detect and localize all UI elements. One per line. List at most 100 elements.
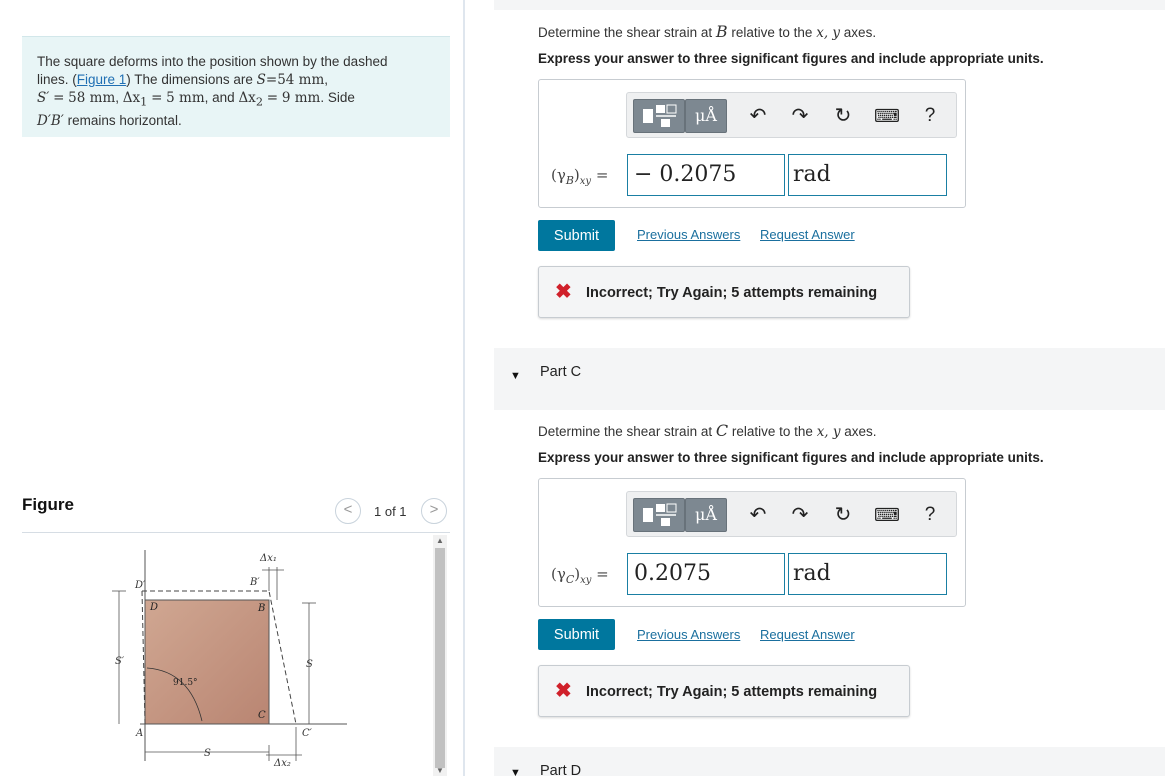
reset-icon[interactable]: ↻ [830,103,856,129]
label-s-bottom: S [204,748,211,759]
figure-viewport: Δx₁ D′ B′ D B C C′ A S′ S S Δx₂ 91.5° [22,533,432,776]
chevron-right-icon: > [429,501,439,518]
request-answer-link[interactable]: Request Answer [760,627,855,642]
part-b-instruction: Express your answer to three significant… [538,51,1044,66]
label-a: A [135,728,143,739]
math-symbol: = [266,90,279,106]
feedback-banner: ✖ Incorrect; Try Again; 5 attempts remai… [538,665,910,717]
math-symbol: x, y [816,25,841,41]
label-s-side: S [306,659,313,670]
part-c-answer-box: μÅ ↶ ↷ ↻ ⌨ ? (γC)xy = 0.2075 rad [538,478,966,607]
label-c-prime: C′ [302,728,313,739]
question-text: Determine the shear strain at [538,424,713,439]
undo-icon[interactable]: ↶ [745,502,771,528]
math-symbol: S′ [37,90,50,106]
math-value: 5 mm [166,90,205,106]
feedback-text: Incorrect; Try Again; 5 attempts remaini… [586,684,878,700]
error-x-icon: ✖ [555,281,572,303]
undo-icon[interactable]: ↶ [745,103,771,129]
problem-text: . Side [320,90,355,105]
answer-value-input[interactable]: 0.2075 [627,553,785,595]
template-icon [643,104,677,127]
request-answer-link[interactable]: Request Answer [760,227,855,242]
part-b-question: Determine the shear strain at B relative… [538,22,876,41]
math-symbol: = [265,72,278,88]
question-text: axes. [844,424,877,439]
chevron-left-icon: < [343,501,353,518]
problem-text: ) The dimensions are [126,72,253,87]
keyboard-icon[interactable]: ⌨ [874,103,900,129]
label-dx1: Δx₁ [259,553,277,564]
panel-divider [463,0,465,776]
math-symbol: Δx [122,90,141,106]
help-icon[interactable]: ? [920,103,940,129]
previous-answers-link[interactable]: Previous Answers [637,227,740,242]
math-symbol: B [715,22,728,41]
part-c-header[interactable]: ▼ Part C [494,348,1165,410]
part-label: Part C [540,364,582,380]
question-text: Determine the shear strain at [538,25,713,40]
redo-icon[interactable]: ↷ [787,103,813,129]
math-subscript: B [565,174,574,187]
redo-icon[interactable]: ↷ [787,502,813,528]
square-shape [144,599,270,725]
keyboard-icon[interactable]: ⌨ [874,502,900,528]
units-button[interactable]: μÅ [685,498,727,532]
deformed-square-diagram: Δx₁ D′ B′ D B C C′ A S′ S S Δx₂ 91.5° [112,550,347,769]
figure-counter: 1 of 1 [374,504,407,519]
scroll-down-icon[interactable]: ▼ [433,765,447,776]
math-value: 58 mm [68,90,116,106]
label-angle: 91.5° [173,678,198,688]
math-value: 9 mm [281,90,321,106]
reset-icon[interactable]: ↻ [830,502,856,528]
label-b-prime: B′ [249,577,260,588]
help-icon[interactable]: ? [920,502,940,528]
question-text: relative to the [731,25,813,40]
math-symbol: S [256,72,266,88]
figure-next-button[interactable]: > [421,498,447,524]
math-subscript: 1 [140,95,148,109]
template-button[interactable] [633,498,685,532]
part-b-answer-box: μÅ ↶ ↷ ↻ ⌨ ? (γB)xy = − 0.2075 rad [538,79,966,208]
math-value: 54 mm [277,72,325,88]
answer-unit-input[interactable]: rad [788,553,947,595]
problem-text: remains horizontal. [67,112,182,128]
submit-button[interactable]: Submit [538,619,615,650]
question-text: axes. [843,25,877,40]
math-toolbar: μÅ ↶ ↷ ↻ ⌨ ? [626,92,957,138]
template-button[interactable] [633,99,685,133]
feedback-banner: ✖ Incorrect; Try Again; 5 attempts remai… [538,266,910,318]
problem-text: lines. ( [37,72,77,87]
answer-unit-input[interactable]: rad [788,154,947,196]
previous-answers-link[interactable]: Previous Answers [637,627,740,642]
figure-link[interactable]: Figure 1 [77,72,127,87]
answer-label: (γC)xy = [551,565,609,586]
label-b: B [257,603,265,614]
math-symbol: C [715,421,729,440]
feedback-text: Incorrect; Try Again; 5 attempts remaini… [586,285,878,301]
figure-scrollbar-thumb[interactable] [435,548,445,768]
answer-label: (γB)xy = [551,166,609,187]
figure-prev-button[interactable]: < [335,498,361,524]
math-symbol: = [53,90,65,106]
scroll-up-icon[interactable]: ▲ [433,535,447,547]
math-subscript: C [565,573,575,586]
part-d-header[interactable]: ▼ Part D [494,747,1165,779]
question-text: relative to the [731,424,813,439]
part-b-header-band [494,0,1165,10]
units-button[interactable]: μÅ [685,99,727,133]
template-icon [643,503,677,526]
submit-button[interactable]: Submit [538,220,615,251]
math-subscript: 2 [255,95,263,109]
math-symbol: x, y [816,424,841,440]
label-d: D [149,602,158,613]
problem-statement: The square deforms into the position sho… [22,36,450,137]
error-x-icon: ✖ [555,680,572,702]
part-c-question: Determine the shear strain at C relative… [538,421,877,440]
caret-down-icon: ▼ [510,370,521,382]
part-label: Part D [540,763,582,779]
math-toolbar: μÅ ↶ ↷ ↻ ⌨ ? [626,491,957,537]
answer-value-input[interactable]: − 0.2075 [627,154,785,196]
math-subscript: xy [580,575,592,586]
math-subscript: xy [579,176,592,187]
